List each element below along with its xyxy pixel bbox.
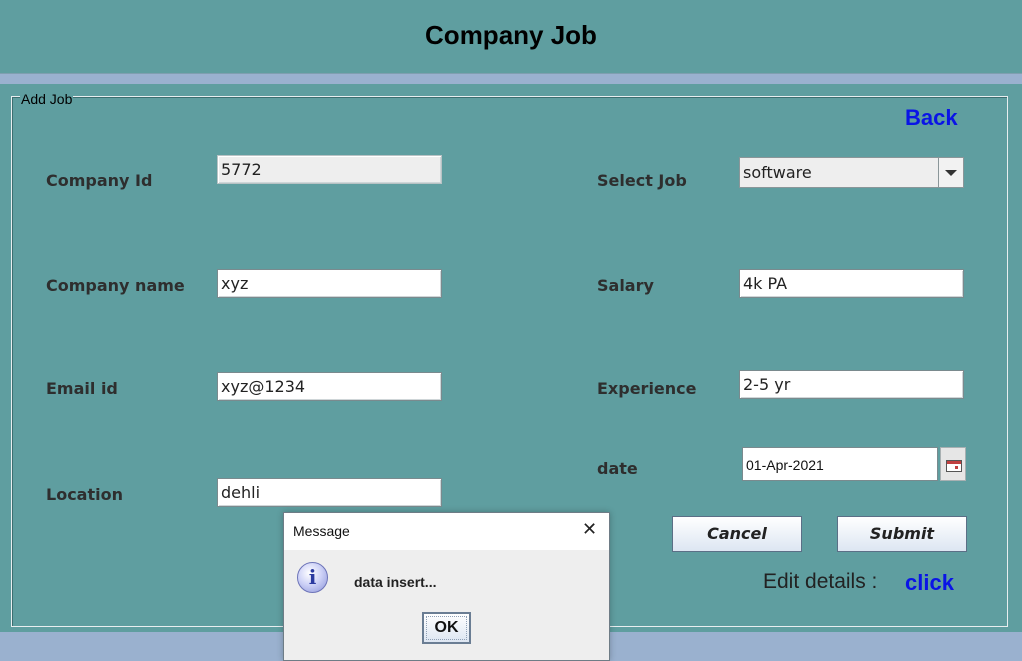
salary-field[interactable]: 4k PA — [739, 269, 964, 298]
message-dialog: Message ✕ i data insert... OK — [283, 512, 610, 661]
cancel-button[interactable]: Cancel — [672, 516, 802, 552]
date-field[interactable]: 01-Apr-2021 — [742, 447, 938, 481]
email-id-label: Email id — [46, 379, 118, 398]
salary-label: Salary — [597, 276, 654, 295]
close-icon[interactable]: ✕ — [582, 521, 597, 539]
ok-button[interactable]: OK — [422, 612, 471, 644]
page-title: Company Job — [425, 20, 597, 50]
dialog-message: data insert... — [354, 574, 437, 590]
back-link[interactable]: Back — [905, 105, 958, 131]
location-field[interactable]: dehli — [217, 478, 442, 507]
company-id-label: Company Id — [46, 171, 153, 190]
date-label: date — [597, 459, 638, 478]
company-name-field[interactable]: xyz — [217, 269, 442, 298]
select-job-combo[interactable]: software — [739, 157, 964, 188]
chevron-down-icon[interactable] — [938, 158, 963, 187]
company-name-label: Company name — [46, 276, 185, 295]
edit-details-label: Edit details : — [763, 570, 878, 593]
group-title: Add Job — [20, 91, 74, 107]
select-job-label: Select Job — [597, 171, 687, 190]
select-job-value: software — [743, 163, 812, 182]
email-id-field[interactable]: xyz@1234 — [217, 372, 442, 401]
info-icon: i — [297, 562, 328, 593]
calendar-icon[interactable] — [940, 447, 966, 481]
click-link[interactable]: click — [905, 570, 954, 596]
dialog-title: Message — [293, 523, 350, 539]
location-label: Location — [46, 485, 123, 504]
app-header: Company Job — [0, 0, 1022, 74]
dialog-titlebar[interactable]: Message ✕ — [284, 513, 609, 550]
experience-field[interactable]: 2-5 yr — [739, 370, 964, 399]
company-id-field[interactable]: 5772 — [217, 155, 442, 184]
experience-label: Experience — [597, 379, 697, 398]
submit-button[interactable]: Submit — [837, 516, 967, 552]
